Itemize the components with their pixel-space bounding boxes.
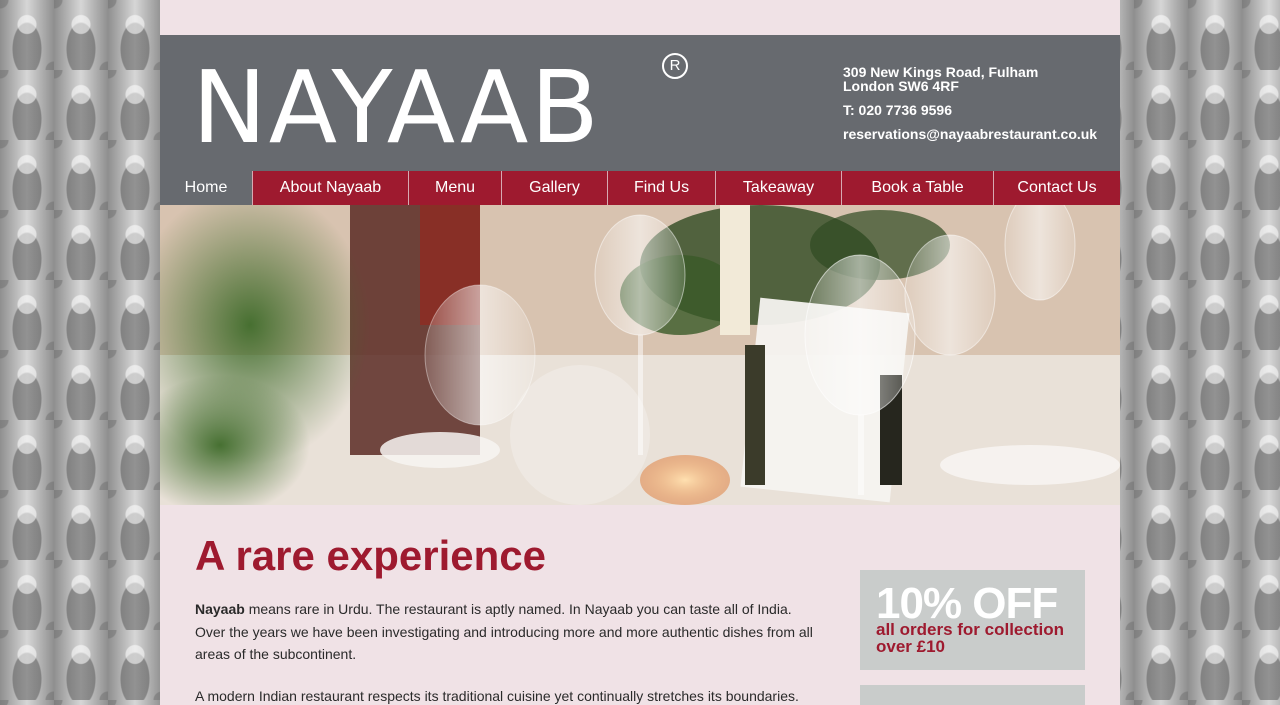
address-line-2: London SW6 4RF — [843, 78, 959, 94]
nav-about-nayaab[interactable]: About Nayaab — [252, 171, 408, 205]
registered-trademark-icon: R — [662, 53, 688, 79]
site-logo[interactable]: NAYAAB — [192, 53, 601, 163]
promo-details: all orders for collection over £10 — [876, 621, 1064, 655]
nav-gallery[interactable]: Gallery — [501, 171, 607, 205]
intro-paragraph: Nayaab means rare in Urdu. The restauran… — [195, 598, 825, 666]
restaurant-table-photo — [160, 205, 1120, 505]
nav-contact-us[interactable]: Contact Us — [993, 171, 1120, 205]
promo-line-1: all orders for collection — [876, 620, 1064, 639]
intro-bold-name: Nayaab — [195, 601, 245, 617]
intro-text: means rare in Urdu. The restaurant is ap… — [195, 601, 813, 662]
email-link[interactable]: reservations@nayaabrestaurant.co.uk — [843, 127, 1097, 141]
book-a-table-banner[interactable] — [860, 685, 1085, 705]
phone-number: T: 020 7736 9596 — [843, 102, 952, 118]
promo-line-2: over £10 — [876, 637, 945, 656]
address-line-1: 309 New Kings Road, Fulham — [843, 64, 1039, 80]
hero-image — [160, 205, 1120, 505]
nav-takeaway[interactable]: Takeaway — [715, 171, 841, 205]
main-navigation: Home About Nayaab Menu Gallery Find Us T… — [160, 171, 1120, 205]
nav-home[interactable]: Home — [160, 171, 252, 205]
collection-discount-banner[interactable]: 10% OFF all orders for collection over £… — [860, 570, 1085, 670]
nav-menu[interactable]: Menu — [408, 171, 501, 205]
second-paragraph: A modern Indian restaurant respects its … — [195, 688, 799, 704]
nav-book-a-table[interactable]: Book a Table — [841, 171, 993, 205]
page-title: A rare experience — [195, 532, 546, 579]
site-header: NAYAAB R 309 New Kings Road, Fulham Lond… — [160, 35, 1120, 171]
page-container: NAYAAB R 309 New Kings Road, Fulham Lond… — [160, 0, 1120, 705]
nav-find-us[interactable]: Find Us — [607, 171, 715, 205]
